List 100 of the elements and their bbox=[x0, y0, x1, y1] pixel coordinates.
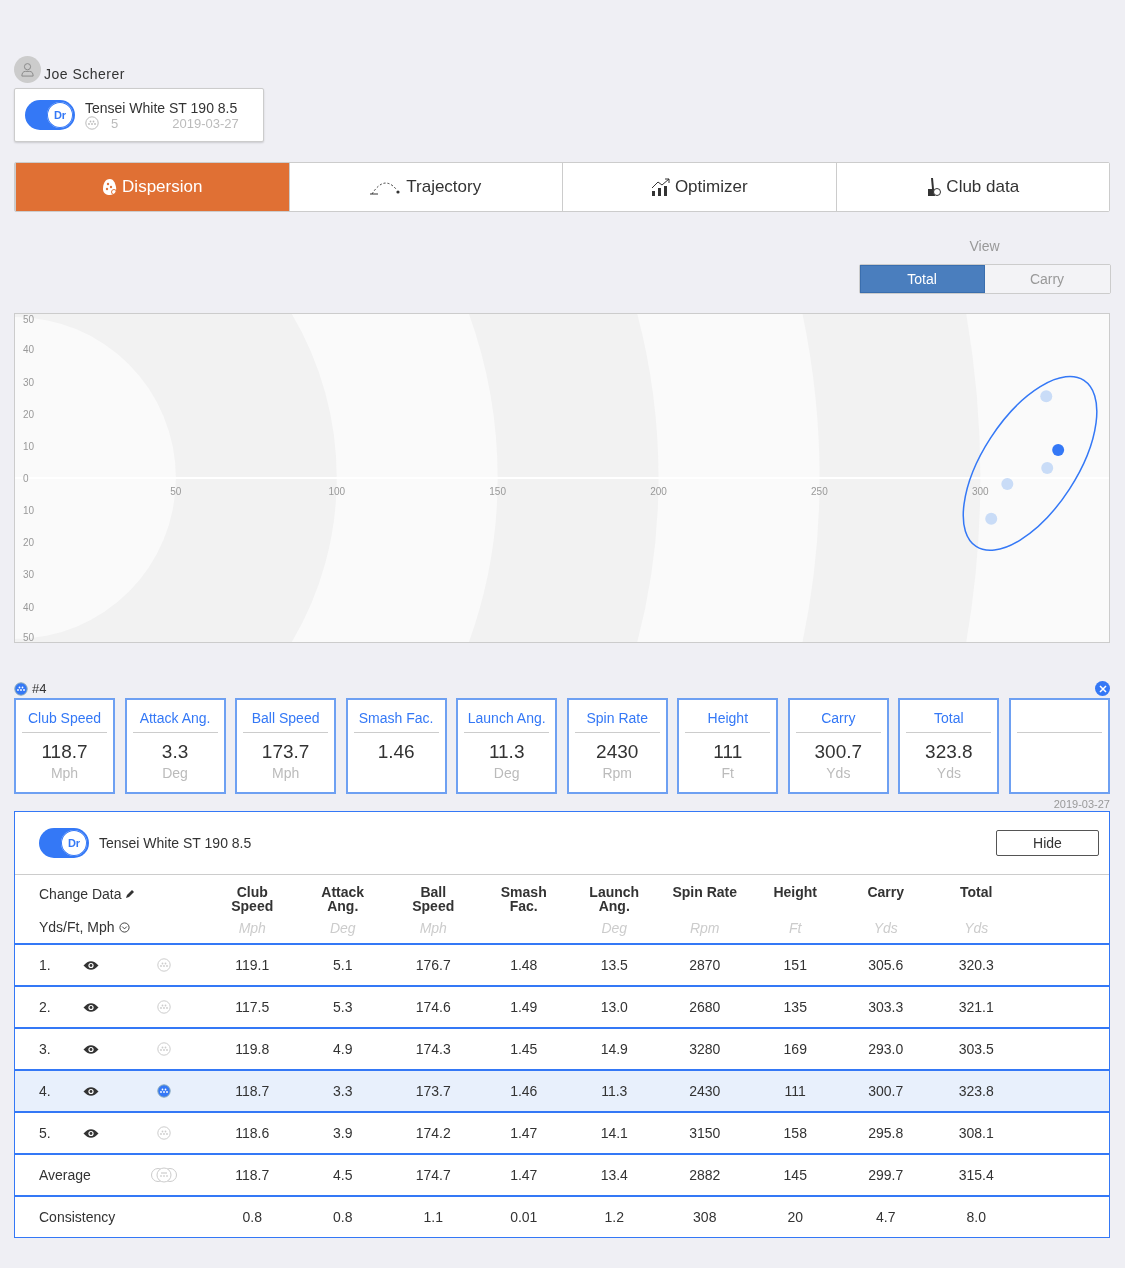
table-cell-text: 135 bbox=[782, 999, 808, 1015]
column-header: Club Speed bbox=[230, 885, 275, 913]
x-tick-label: 150 bbox=[489, 486, 506, 497]
eye-icon[interactable] bbox=[83, 1001, 99, 1013]
table-cell-text: 308 bbox=[692, 1209, 718, 1225]
eye-icon[interactable] bbox=[83, 1085, 99, 1097]
table-cell-text: 14.9 bbox=[599, 1041, 629, 1057]
club-name: Tensei White ST 190 8.5 bbox=[99, 835, 252, 851]
eye-icon[interactable] bbox=[83, 1127, 99, 1139]
table-cell-text: 4.7 bbox=[875, 1209, 897, 1225]
y-tick-label: 10 bbox=[23, 505, 35, 517]
change-data-link[interactable]: Change Data bbox=[39, 886, 207, 902]
y-tick-label: 20 bbox=[23, 408, 35, 420]
table-cell-text: 4.5 bbox=[332, 1167, 354, 1183]
table-cell-text: 14.1 bbox=[599, 1125, 629, 1141]
golf-ball-icon bbox=[157, 1084, 171, 1098]
shot-row[interactable]: 1. 119.1 5.1 176.7 1.48 13.5 2870 151 305.6 320.3 bbox=[15, 945, 1109, 987]
row-label: Average bbox=[38, 1167, 92, 1183]
table-cell-text: 111 bbox=[783, 1083, 807, 1099]
y-tick-label: 20 bbox=[23, 537, 35, 549]
table-cell-text: 4.9 bbox=[332, 1041, 354, 1057]
units-dropdown[interactable]: Yds/Ft, Mph bbox=[39, 919, 207, 935]
table-cell-text: 0.8 bbox=[332, 1209, 354, 1225]
golf-ball-icon bbox=[157, 1126, 171, 1140]
golf-ball-icon bbox=[85, 116, 99, 130]
row-label: Consistency bbox=[38, 1209, 117, 1225]
club-toggle[interactable]: Dr bbox=[39, 828, 89, 858]
shot-row[interactable]: 4. 118.7 3.3 173.7 1.46 11.3 2430 111 300.7 323.8 bbox=[15, 1071, 1109, 1113]
club-date: 2019-03-27 bbox=[172, 115, 239, 131]
table-cell-text: 174.2 bbox=[414, 1125, 452, 1141]
shot-row[interactable]: 5. 118.6 3.9 174.2 1.47 14.1 3150 158 295.8 308.1 bbox=[15, 1113, 1109, 1155]
y-tick-label: 10 bbox=[23, 440, 35, 452]
x-tick-label: 200 bbox=[650, 486, 667, 497]
eye-icon[interactable] bbox=[83, 1043, 99, 1055]
x-tick-label: 50 bbox=[170, 486, 182, 497]
player-name: Joe Scherer bbox=[44, 66, 125, 83]
y-tick-label: 30 bbox=[23, 569, 35, 581]
metric-unit: Mph bbox=[50, 765, 79, 781]
table-cell-text: 1.46 bbox=[509, 1083, 539, 1099]
hide-button[interactable]: Hide bbox=[996, 830, 1099, 856]
tab[interactable]: Club data bbox=[835, 163, 1109, 211]
metric-unit: Ft bbox=[721, 765, 734, 781]
metric-unit: Deg bbox=[493, 765, 520, 781]
table-cell-text: 118.7 bbox=[234, 1167, 271, 1183]
table-cell-text: 2680 bbox=[688, 999, 722, 1015]
table-cell-text: 2430 bbox=[688, 1083, 722, 1099]
metric-unit: Mph bbox=[271, 765, 300, 781]
chevron-down-icon bbox=[119, 922, 131, 933]
row-index: 5. bbox=[38, 1125, 52, 1141]
metric-unit: Rpm bbox=[602, 765, 632, 781]
table-cell-text: 1.47 bbox=[509, 1125, 539, 1141]
metric-value: 323.8 bbox=[925, 741, 973, 763]
row-index: 2. bbox=[38, 999, 52, 1015]
metric-label: Total bbox=[906, 700, 992, 733]
table-cell-text: 173.7 bbox=[414, 1083, 452, 1099]
shot-row[interactable]: 2. 117.5 5.3 174.6 1.49 13.0 2680 135 303.3 321.1 bbox=[15, 987, 1109, 1029]
table-cell-text: 3.9 bbox=[332, 1125, 354, 1141]
table-cell-text: 1.2 bbox=[603, 1209, 625, 1225]
column-header: Total bbox=[959, 885, 994, 899]
club-toggle[interactable]: Dr bbox=[25, 100, 75, 130]
table-cell-text: 176.7 bbox=[414, 957, 452, 973]
x-tick-label: 100 bbox=[328, 486, 346, 497]
table-cell-text: 0.01 bbox=[509, 1209, 539, 1225]
metric-unit: Yds bbox=[826, 765, 851, 781]
metric-value: 2430 bbox=[596, 741, 639, 763]
table-cell-text: 3280 bbox=[688, 1041, 722, 1057]
bar-chart-icon bbox=[650, 178, 671, 196]
golf-ball-icon bbox=[157, 958, 171, 972]
club-card[interactable]: Dr Tensei White ST 190 8.5 5 2019-03-27 bbox=[14, 88, 264, 142]
metric-value: 3.3 bbox=[161, 741, 189, 763]
column-header: Launch Ang. bbox=[588, 885, 641, 913]
column-header: Height bbox=[772, 885, 819, 899]
column-header: Spin Rate bbox=[671, 885, 739, 899]
metric-value: 111 bbox=[713, 741, 743, 763]
y-tick-label: 40 bbox=[23, 344, 35, 356]
eye-icon[interactable] bbox=[83, 959, 99, 971]
ball-scatter-icon bbox=[102, 178, 119, 196]
view-label: View bbox=[969, 238, 1000, 254]
table-cell-text: 315.4 bbox=[957, 1167, 995, 1183]
view-option[interactable]: Total bbox=[859, 265, 985, 293]
column-header: Smash Fac. bbox=[499, 885, 548, 913]
close-button[interactable] bbox=[1095, 681, 1110, 696]
shot-label: #4 bbox=[32, 681, 47, 696]
table-cell-text: 13.4 bbox=[599, 1167, 629, 1183]
row-index: 3. bbox=[38, 1041, 52, 1057]
row-index: 4. bbox=[38, 1083, 52, 1099]
table-cell-text: 13.0 bbox=[599, 999, 629, 1015]
table-cell-text: 174.6 bbox=[414, 999, 452, 1015]
table-cell-text: 305.6 bbox=[867, 957, 905, 973]
shot-point[interactable] bbox=[1052, 444, 1065, 456]
table-cell-text: 5.1 bbox=[332, 957, 354, 973]
table-cell-text: 119.8 bbox=[234, 1041, 271, 1057]
metric-unit: Deg bbox=[162, 765, 188, 781]
metric-value: 300.7 bbox=[814, 741, 863, 763]
metric-label: Smash Fac. bbox=[353, 700, 439, 733]
table-cell-text: 303.5 bbox=[957, 1041, 995, 1057]
metric-value: 1.46 bbox=[377, 741, 415, 763]
table-cell-text: 1.48 bbox=[509, 957, 539, 973]
shot-date: 2019-03-27 bbox=[1053, 798, 1110, 810]
table-cell-text: 293.0 bbox=[867, 1041, 905, 1057]
